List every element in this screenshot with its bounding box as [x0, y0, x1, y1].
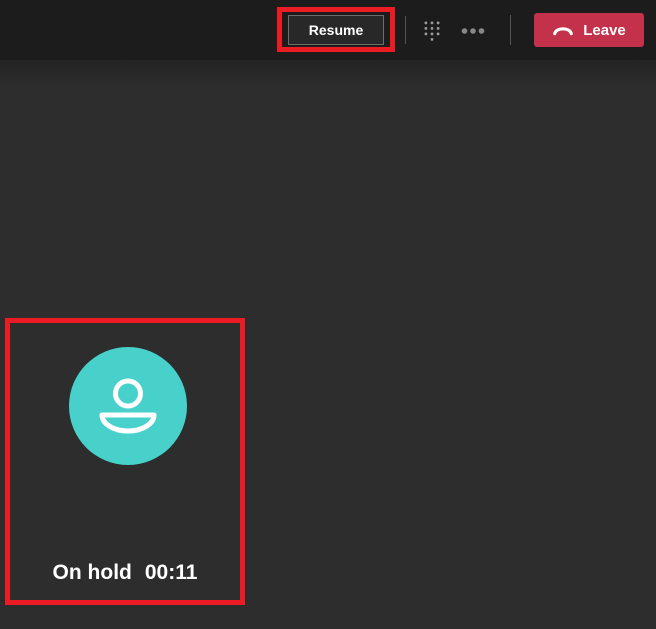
resume-button[interactable]: Resume [288, 15, 384, 45]
call-window: Resume Leave On hold 00:11 [0, 0, 656, 629]
more-options-icon [461, 24, 485, 38]
hold-status-label: On hold [52, 561, 132, 584]
call-control-bar: Resume Leave [0, 0, 656, 60]
hold-status: On hold 00:11 [5, 560, 245, 586]
toolbar-divider [405, 16, 406, 44]
leave-button-label: Leave [583, 21, 626, 39]
participant-avatar [69, 347, 187, 465]
person-icon [69, 347, 187, 465]
more-options-button[interactable] [457, 21, 489, 41]
toolbar-divider [510, 15, 511, 45]
call-stage: On hold 00:11 [0, 60, 656, 629]
dialpad-icon [424, 21, 440, 41]
hangup-phone-icon [552, 24, 574, 36]
hold-timer: 00:11 [144, 561, 198, 584]
leave-button[interactable]: Leave [534, 13, 644, 47]
dialpad-button[interactable] [420, 17, 444, 45]
